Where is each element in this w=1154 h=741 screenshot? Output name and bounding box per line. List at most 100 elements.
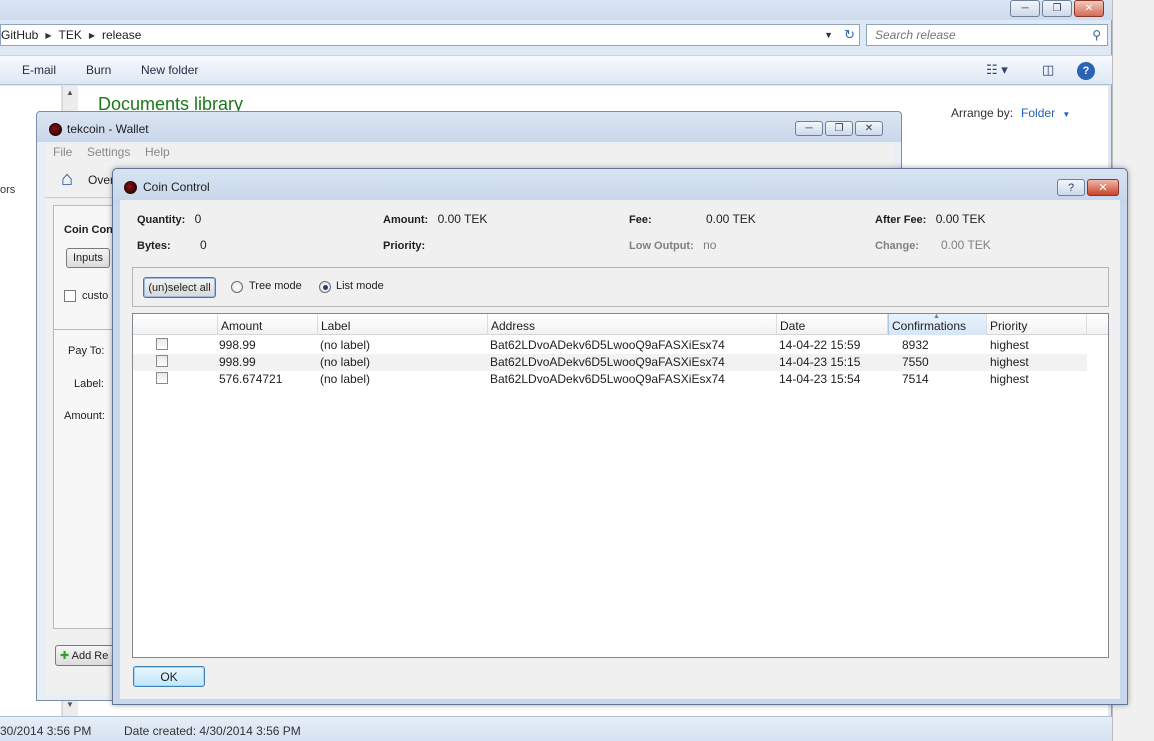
tree-mode-radio[interactable]	[231, 281, 243, 293]
help-icon[interactable]: ?	[1077, 62, 1095, 80]
view-options-icon[interactable]: ☷ ▾	[986, 62, 1008, 78]
add-icon: ✚	[60, 650, 70, 662]
burn-command[interactable]: Burn	[86, 63, 111, 77]
wallet-window-controls: ─ ❐ ✕	[795, 121, 883, 136]
scroll-up-icon[interactable]: ▲	[66, 88, 74, 97]
breadcrumb-item[interactable]: GitHub	[1, 28, 38, 42]
close-icon[interactable]: ✕	[1074, 0, 1104, 17]
fee-stat: Fee: 0.00 TEK	[629, 212, 756, 226]
command-bar: E-mail Burn New folder ☷ ▾ ◫ ?	[0, 55, 1112, 85]
arrange-by: Arrange by: Folder ▼	[951, 106, 1070, 120]
arrange-label: Arrange by:	[951, 106, 1014, 120]
coin-control-dialog: Coin Control ? ✕ Quantity: 0 Amount: 0.0…	[112, 168, 1128, 705]
priority-stat: Priority:	[383, 238, 431, 252]
cell-priority: highest	[990, 338, 1029, 352]
dialog-content: Quantity: 0 Amount: 0.00 TEK Fee: 0.00 T…	[120, 200, 1120, 699]
arrange-value[interactable]: Folder	[1021, 106, 1055, 120]
maximize-icon[interactable]: ❐	[825, 121, 853, 136]
table-row[interactable]: 998.99 (no label) Bat62LDvoADekv6D5LwooQ…	[133, 354, 1087, 371]
column-amount[interactable]: Amount	[218, 314, 318, 335]
row-checkbox[interactable]	[156, 355, 168, 367]
search-box[interactable]: ⚲	[866, 24, 1108, 46]
cell-date: 14-04-22 15:59	[779, 338, 861, 352]
wallet-menubar: File Settings Help	[45, 143, 893, 161]
toolbar-overview[interactable]: Over	[88, 173, 114, 187]
cell-priority: highest	[990, 355, 1029, 369]
row-checkbox[interactable]	[156, 338, 168, 350]
minimize-icon[interactable]: ─	[795, 121, 823, 136]
cell-confirmations: 8932	[902, 338, 929, 352]
minimize-icon[interactable]: ─	[1010, 0, 1040, 17]
fee-value: 0.00 TEK	[706, 212, 756, 226]
menu-file[interactable]: File	[53, 145, 72, 159]
priority-label: Priority:	[383, 240, 426, 252]
custom-change-label: custo	[82, 290, 109, 302]
home-icon[interactable]: ⌂	[61, 168, 73, 191]
cell-label: (no label)	[320, 372, 371, 386]
change-stat: Change: 0.00 TEK	[875, 238, 991, 252]
column-label[interactable]: Label	[318, 314, 488, 335]
tekcoin-logo-icon	[49, 123, 62, 136]
column-confirmations-label: Confirmations	[892, 319, 967, 333]
row-checkbox[interactable]	[156, 372, 168, 384]
selection-mode-box: (un)select all Tree mode List mode	[132, 267, 1109, 307]
column-checkbox[interactable]	[133, 314, 218, 335]
address-dropdown-icon[interactable]: ▼	[824, 30, 833, 40]
table-row[interactable]: 576.674721 (no label) Bat62LDvoADekv6D5L…	[133, 371, 1087, 388]
wallet-title: tekcoin - Wallet	[67, 122, 149, 136]
nav-item-fragment[interactable]: ors	[0, 184, 15, 196]
custom-change-checkbox[interactable]	[64, 290, 76, 302]
sort-ascending-icon: ▲	[933, 313, 940, 320]
cell-amount: 576.674721	[219, 372, 283, 386]
scroll-down-icon[interactable]: ▼	[66, 700, 74, 709]
table-row[interactable]: 998.99 (no label) Bat62LDvoADekv6D5LwooQ…	[133, 337, 1087, 354]
coin-control-label: Coin Con	[64, 224, 113, 236]
refresh-icon[interactable]: ↻	[844, 27, 855, 43]
list-mode-radio[interactable]	[319, 281, 331, 293]
cell-amount: 998.99	[219, 355, 256, 369]
maximize-icon[interactable]: ❐	[1042, 0, 1072, 17]
close-icon[interactable]: ✕	[855, 121, 883, 136]
inputs-button[interactable]: Inputs	[66, 248, 110, 268]
new-folder-command[interactable]: New folder	[141, 63, 198, 77]
breadcrumb-separator-icon[interactable]: ▶	[45, 31, 51, 40]
column-confirmations[interactable]: ▲ Confirmations	[888, 313, 987, 335]
search-input[interactable]	[867, 25, 1077, 45]
cell-priority: highest	[990, 372, 1029, 386]
arrange-dropdown-icon[interactable]: ▼	[1062, 110, 1070, 119]
list-mode-label[interactable]: List mode	[336, 280, 384, 292]
help-icon[interactable]: ?	[1057, 179, 1085, 196]
add-recipient-button[interactable]: ✚ Add Re	[55, 645, 116, 666]
status-modified: 30/2014 3:56 PM	[0, 724, 92, 738]
column-address[interactable]: Address	[488, 314, 777, 335]
breadcrumb-separator-icon[interactable]: ▶	[89, 31, 95, 40]
close-icon[interactable]: ✕	[1087, 179, 1119, 196]
menu-help[interactable]: Help	[145, 145, 170, 159]
email-command[interactable]: E-mail	[22, 63, 56, 77]
coin-list[interactable]: Amount Label Address Date ▲ Confirmation…	[132, 313, 1109, 658]
column-date[interactable]: Date	[777, 314, 888, 335]
cell-label: (no label)	[320, 338, 371, 352]
dialog-title: Coin Control	[143, 180, 210, 194]
status-created: Date created: 4/30/2014 3:56 PM	[124, 724, 301, 738]
label-label: Label:	[74, 378, 104, 390]
cell-confirmations: 7514	[902, 372, 929, 386]
bytes-label: Bytes:	[137, 240, 171, 252]
quantity-stat: Quantity: 0	[137, 212, 201, 226]
bytes-stat: Bytes: 0	[137, 238, 207, 252]
menu-settings[interactable]: Settings	[87, 145, 130, 159]
ok-button[interactable]: OK	[133, 666, 205, 687]
address-bar[interactable]: GitHub ▶ TEK ▶ release ▼ ↻	[0, 24, 860, 46]
pay-to-label: Pay To:	[68, 345, 105, 357]
column-priority[interactable]: Priority	[987, 314, 1087, 335]
breadcrumb-item[interactable]: TEK	[59, 28, 82, 42]
tree-mode-label[interactable]: Tree mode	[249, 280, 302, 292]
bytes-value: 0	[200, 238, 207, 252]
select-all-button[interactable]: (un)select all	[143, 277, 216, 298]
breadcrumb-item[interactable]: release	[102, 28, 141, 42]
coin-list-header: Amount Label Address Date ▲ Confirmation…	[133, 313, 1108, 335]
low-output-stat: Low Output: no	[629, 238, 716, 252]
change-label: Change:	[875, 240, 919, 252]
search-icon[interactable]: ⚲	[1092, 28, 1101, 42]
preview-pane-icon[interactable]: ◫	[1042, 62, 1054, 78]
